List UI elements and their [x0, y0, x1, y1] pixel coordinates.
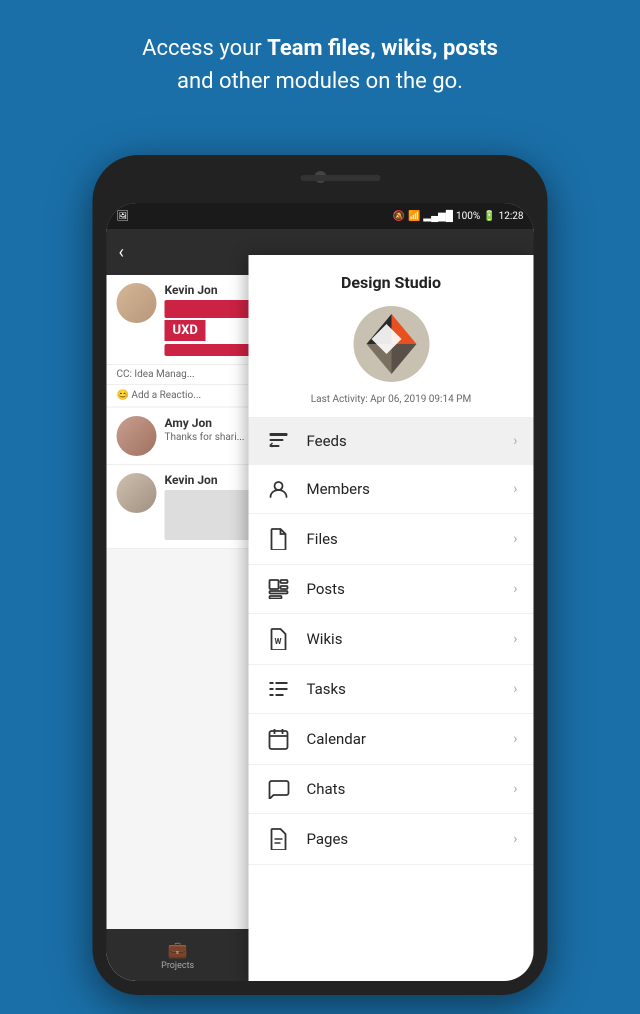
tab-projects[interactable]: 💼 Projects	[107, 940, 249, 971]
menu-item-files[interactable]: Files ›	[249, 514, 534, 565]
menu-item-calendar[interactable]: Calendar ›	[249, 714, 534, 765]
team-name: Design Studio	[265, 273, 518, 292]
calendar-chevron-icon: ›	[513, 731, 517, 747]
mute-icon: 🔕	[392, 211, 404, 222]
chat-name-2: Amy Jon	[165, 416, 213, 430]
menu-item-feeds[interactable]: Feeds ›	[249, 418, 534, 465]
chats-icon	[265, 779, 293, 799]
header-text-line2: and other modules on the go.	[177, 69, 463, 94]
menu-list: Feeds › Members ›	[249, 418, 534, 981]
status-bar: 🖼 🔕 📶 ▂▄▆█ 100% 🔋 12:28	[107, 203, 534, 229]
wifi-icon: 📶	[408, 211, 420, 222]
menu-posts-label: Posts	[307, 580, 514, 598]
team-header: Design Studio	[249, 255, 534, 418]
menu-files-label: Files	[307, 530, 514, 548]
signal-bars: ▂▄▆█	[423, 211, 453, 222]
members-chevron-icon: ›	[513, 481, 517, 497]
tasks-chevron-icon: ›	[513, 681, 517, 697]
menu-members-label: Members	[307, 480, 514, 498]
tab-projects-label: Projects	[161, 961, 194, 971]
phone-speaker	[300, 175, 380, 181]
chat-name-1: Kevin Jon	[165, 283, 218, 297]
svg-text:W: W	[275, 637, 282, 646]
header-section: Access your Team files, wikis, posts and…	[0, 0, 640, 118]
menu-tasks-label: Tasks	[307, 680, 514, 698]
menu-item-members[interactable]: Members ›	[249, 465, 534, 514]
app-content: ‹ Kevin Jon Nov 05, 20... UXD	[107, 229, 534, 981]
header-text-bold: Team files, wikis, posts	[267, 36, 498, 61]
avatar-kevin-2	[117, 473, 157, 513]
battery-percent: 100%	[456, 211, 480, 222]
members-icon	[265, 479, 293, 499]
avatar-amy	[117, 416, 157, 456]
status-bar-icon: 🖼	[117, 211, 130, 222]
pages-chevron-icon: ›	[513, 831, 517, 847]
clock: 12:28	[499, 211, 524, 222]
overlay-panel: Design Studio	[249, 255, 534, 981]
chats-chevron-icon: ›	[513, 781, 517, 797]
pages-icon	[265, 828, 293, 850]
back-arrow-icon[interactable]: ‹	[119, 242, 124, 263]
phone-frame: 🖼 🔕 📶 ▂▄▆█ 100% 🔋 12:28 ‹	[93, 155, 548, 995]
menu-item-wikis[interactable]: W Wikis ›	[249, 614, 534, 665]
menu-item-chats[interactable]: Chats ›	[249, 765, 534, 814]
feeds-icon	[265, 432, 293, 450]
files-icon	[265, 528, 293, 550]
projects-icon: 💼	[168, 940, 188, 959]
wikis-icon: W	[265, 628, 293, 650]
posts-icon	[265, 579, 293, 599]
feeds-chevron-icon: ›	[513, 433, 517, 449]
menu-item-pages[interactable]: Pages ›	[249, 814, 534, 865]
menu-wikis-label: Wikis	[307, 630, 514, 648]
menu-chats-label: Chats	[307, 780, 514, 798]
team-logo	[351, 304, 431, 384]
status-bar-left: 🖼	[117, 211, 130, 222]
posts-chevron-icon: ›	[513, 581, 517, 597]
phone-screen: 🖼 🔕 📶 ▂▄▆█ 100% 🔋 12:28 ‹	[107, 203, 534, 981]
menu-feeds-label: Feeds	[307, 432, 514, 450]
menu-pages-label: Pages	[307, 830, 514, 848]
files-chevron-icon: ›	[513, 531, 517, 547]
menu-item-posts[interactable]: Posts ›	[249, 565, 534, 614]
avatar-kevin-1	[117, 283, 157, 323]
wikis-chevron-icon: ›	[513, 631, 517, 647]
header-text-prefix: Access your	[142, 36, 267, 61]
last-activity-text: Last Activity: Apr 06, 2019 09:14 PM	[265, 394, 518, 405]
battery-icon: 🔋	[483, 211, 495, 222]
uxd-badge: UXD	[165, 320, 206, 341]
menu-calendar-label: Calendar	[307, 730, 514, 748]
menu-item-tasks[interactable]: Tasks ›	[249, 665, 534, 714]
calendar-icon	[265, 728, 293, 750]
status-bar-right: 🔕 📶 ▂▄▆█ 100% 🔋 12:28	[392, 211, 523, 222]
chat-name-3: Kevin Jon	[165, 473, 218, 487]
tasks-icon	[265, 679, 293, 699]
